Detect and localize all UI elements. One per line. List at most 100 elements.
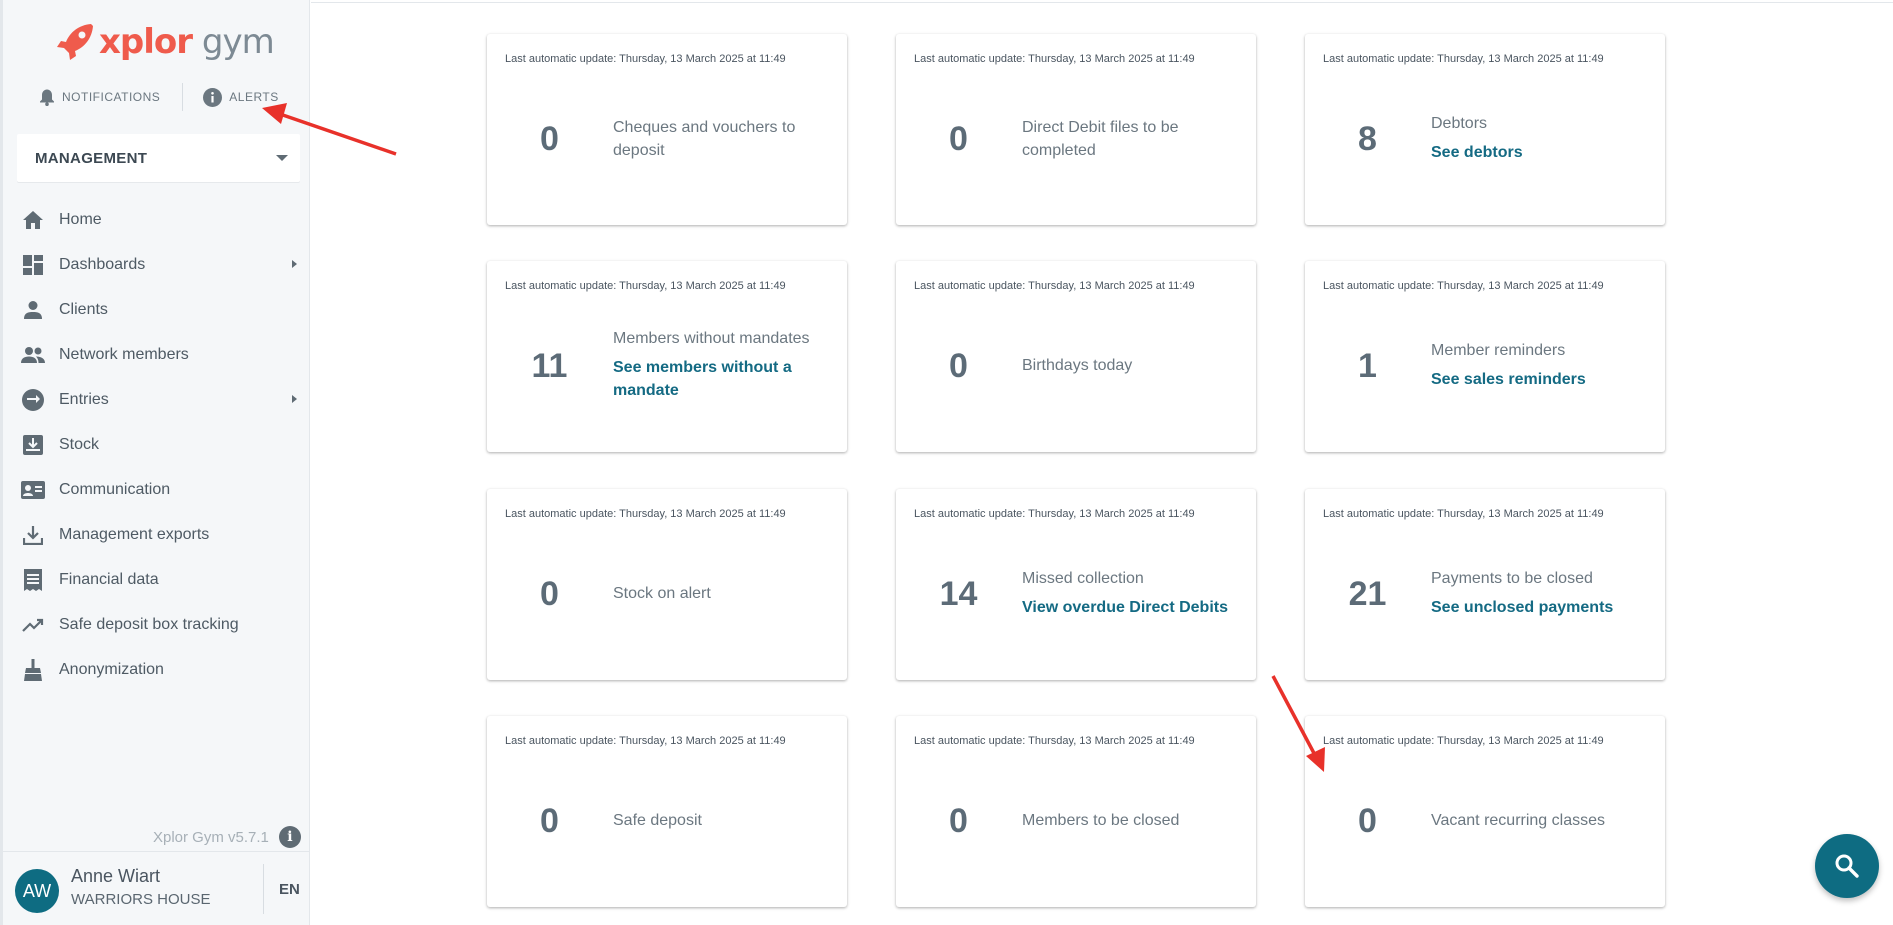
home-icon [23, 210, 43, 229]
logo-text: xplor gym [99, 22, 275, 62]
card-label: Birthdays today [1022, 357, 1133, 374]
nav-item-financial-data[interactable]: Financial data [3, 557, 309, 602]
nav-item-communication[interactable]: Communication [3, 467, 309, 512]
card-birthdays-today: Last automatic update: Thursday, 13 Marc… [896, 261, 1256, 452]
nav-label: Management exports [59, 525, 210, 543]
card-stock-on-alert: Last automatic update: Thursday, 13 Marc… [487, 489, 847, 680]
info-icon[interactable]: i [278, 826, 301, 848]
context-select-value: MANAGEMENT [35, 149, 148, 167]
card-value: 0 [540, 575, 559, 613]
avatar[interactable]: AW [15, 869, 59, 913]
card-update-time: Last automatic update: Thursday, 13 Marc… [1323, 735, 1604, 747]
user-name: Anne Wiart [71, 866, 161, 886]
card-text: Birthdays today [1022, 354, 1236, 377]
card-members-without-mandates: Last automatic update: Thursday, 13 Marc… [487, 261, 847, 452]
card-text: Member reminders See sales reminders [1431, 339, 1645, 391]
nav-label: Anonymization [59, 660, 164, 678]
top-links: NOTIFICATIONS ALERTS [3, 82, 309, 112]
logo-gym: gym [201, 22, 275, 62]
card-update-time: Last automatic update: Thursday, 13 Marc… [914, 53, 1195, 65]
nav-item-management-exports[interactable]: Management exports [3, 512, 309, 557]
search-icon [1835, 854, 1859, 878]
card-value: 0 [949, 120, 968, 158]
see-sales-reminders-link[interactable]: See sales reminders [1431, 368, 1645, 391]
card-text: Stock on alert [613, 582, 827, 605]
nav-label: Home [59, 210, 102, 228]
nav-item-stock[interactable]: Stock [3, 422, 309, 467]
see-members-without-mandate-link[interactable]: See members without a mandate [613, 356, 827, 402]
header-divider [311, 2, 1893, 3]
top-links-divider [182, 83, 184, 111]
chevron-right-icon [292, 260, 297, 268]
card-value: 1 [1358, 347, 1377, 385]
card-value: 21 [1348, 575, 1387, 613]
nav-label: Entries [59, 390, 109, 408]
language-switch[interactable]: EN [279, 881, 300, 898]
card-label: Payments to be closed [1431, 570, 1593, 587]
card-members-to-be-closed: Last automatic update: Thursday, 13 Marc… [896, 716, 1256, 907]
card-text: Vacant recurring classes [1431, 809, 1645, 832]
app-version: Xplor Gym v5.7.1 i [153, 826, 301, 848]
chevron-right-icon [292, 395, 297, 403]
swap-icon [22, 388, 44, 411]
nav-item-entries[interactable]: Entries [3, 377, 309, 422]
alerts-label: ALERTS [229, 90, 279, 104]
card-text: Safe deposit [613, 809, 827, 832]
info-circle-icon [203, 87, 223, 107]
notifications-label: NOTIFICATIONS [62, 90, 161, 104]
xplor-gym-logo[interactable]: xplor gym [55, 18, 275, 66]
nav-label: Safe deposit box tracking [59, 615, 239, 633]
card-label: Vacant recurring classes [1431, 812, 1605, 829]
notifications-link[interactable]: NOTIFICATIONS [39, 88, 160, 106]
card-member-reminders: Last automatic update: Thursday, 13 Marc… [1305, 261, 1665, 452]
bell-icon [40, 89, 54, 106]
nav-item-anonymization[interactable]: Anonymization [3, 647, 309, 692]
see-unclosed-payments-link[interactable]: See unclosed payments [1431, 596, 1645, 619]
card-label: Member reminders [1431, 342, 1566, 359]
trending-icon [22, 618, 44, 632]
stock-icon [23, 434, 43, 455]
search-button[interactable] [1815, 834, 1879, 898]
card-update-time: Last automatic update: Thursday, 13 Marc… [1323, 508, 1604, 520]
card-value: 0 [1358, 802, 1377, 840]
context-select[interactable]: MANAGEMENT [17, 134, 300, 182]
card-text: Missed collection View overdue Direct De… [1022, 567, 1236, 619]
nav-item-home[interactable]: Home [3, 197, 309, 242]
card-missed-collection: Last automatic update: Thursday, 13 Marc… [896, 489, 1256, 680]
user-bar-divider [263, 864, 264, 914]
card-label: Stock on alert [613, 585, 711, 602]
card-debtors: Last automatic update: Thursday, 13 Marc… [1305, 34, 1665, 225]
card-label: Members without mandates [613, 330, 810, 347]
caret-down-icon [276, 155, 288, 161]
card-update-time: Last automatic update: Thursday, 13 Marc… [505, 508, 786, 520]
nav-item-dashboards[interactable]: Dashboards [3, 242, 309, 287]
card-value: 0 [540, 802, 559, 840]
card-label: Direct Debit files to be completed [1022, 119, 1179, 159]
alerts-link[interactable]: ALERTS [203, 87, 279, 107]
card-payments-to-be-closed: Last automatic update: Thursday, 13 Marc… [1305, 489, 1665, 680]
version-label: Xplor Gym v5.7.1 [153, 828, 269, 846]
card-label: Debtors [1431, 115, 1488, 132]
card-value: 0 [949, 347, 968, 385]
rocket-logo-icon [57, 24, 93, 60]
card-update-time: Last automatic update: Thursday, 13 Marc… [1323, 53, 1604, 65]
card-update-time: Last automatic update: Thursday, 13 Marc… [914, 280, 1195, 292]
nav-label: Stock [59, 435, 100, 453]
nav-item-clients[interactable]: Clients [3, 287, 309, 332]
nav-label: Communication [59, 480, 171, 498]
person-icon [24, 300, 42, 319]
card-text: Cheques and vouchers to deposit [613, 116, 827, 162]
card-value: 0 [949, 802, 968, 840]
card-update-time: Last automatic update: Thursday, 13 Marc… [914, 508, 1195, 520]
group-icon [21, 346, 45, 363]
nav-item-network-members[interactable]: Network members [3, 332, 309, 377]
nav-item-safe-deposit-box-tracking[interactable]: Safe deposit box tracking [3, 602, 309, 647]
card-vacant-recurring-classes: Last automatic update: Thursday, 13 Marc… [1305, 716, 1665, 907]
card-direct-debit-files: Last automatic update: Thursday, 13 Marc… [896, 34, 1256, 225]
card-label: Members to be closed [1022, 812, 1180, 829]
nav-label: Dashboards [59, 255, 146, 273]
view-overdue-direct-debits-link[interactable]: View overdue Direct Debits [1022, 596, 1236, 619]
card-text: Members without mandates See members wit… [613, 327, 827, 402]
contact-card-icon [21, 480, 45, 499]
see-debtors-link[interactable]: See debtors [1431, 141, 1645, 164]
